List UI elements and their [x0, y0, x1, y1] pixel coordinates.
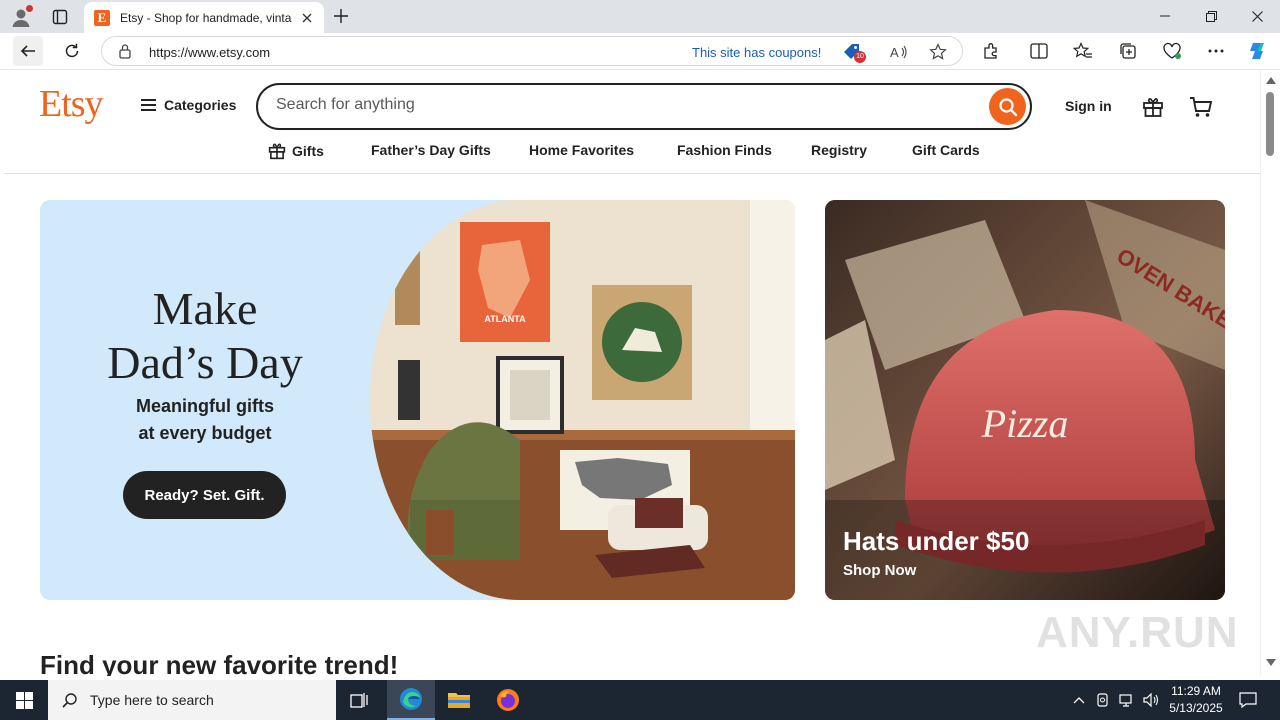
categories-label: Categories — [164, 97, 237, 113]
categories-button[interactable]: Categories — [141, 97, 236, 113]
browser-toolbar: https://www.etsy.com This site has coupo… — [0, 33, 1280, 70]
etsy-page: Etsy Categories Sign in Gifts Father’s D… — [4, 70, 1260, 676]
copilot-icon[interactable] — [1243, 36, 1273, 66]
gift-icon[interactable] — [1140, 94, 1166, 120]
hero-banner[interactable]: ATLANTA Make Dad’s Day Meaningful gifts … — [40, 200, 795, 600]
etsy-favicon: E — [94, 9, 110, 26]
hero-cta-button[interactable]: Ready? Set. Gift. — [123, 471, 286, 519]
back-arrow-icon[interactable] — [13, 36, 43, 66]
firefox-icon[interactable] — [484, 680, 532, 720]
performance-icon[interactable] — [1157, 36, 1187, 66]
notification-icon[interactable] — [1236, 680, 1260, 720]
chevron-up-icon[interactable] — [1068, 680, 1090, 720]
scroll-up-icon[interactable] — [1266, 76, 1276, 84]
refresh-icon[interactable] — [57, 36, 87, 66]
star-icon[interactable] — [927, 41, 949, 63]
coupons-notice[interactable]: This site has coupons! — [692, 45, 821, 60]
volume-icon[interactable] — [1140, 680, 1162, 720]
close-icon[interactable] — [298, 9, 316, 27]
search-input[interactable] — [276, 96, 976, 114]
close-icon[interactable] — [1234, 0, 1280, 32]
promo-title: Hats under $50 — [843, 526, 1030, 556]
trend-section-heading: Find your new favorite trend! — [40, 650, 399, 676]
shop-now-link[interactable]: Shop Now — [843, 562, 916, 579]
search-icon — [998, 97, 1017, 116]
nav-fashion-finds[interactable]: Fashion Finds — [677, 142, 772, 158]
network-icon[interactable] — [1116, 680, 1138, 720]
hero-photo: ATLANTA — [370, 200, 795, 600]
search-icon — [62, 693, 77, 708]
plus-icon[interactable] — [330, 5, 352, 27]
scrollbar-thumb[interactable] — [1266, 92, 1274, 156]
clock-date: 5/13/2025 — [1169, 701, 1223, 715]
read-aloud-icon[interactable]: A — [888, 41, 910, 63]
windows-start-icon[interactable] — [0, 680, 48, 720]
split-screen-icon[interactable] — [1024, 36, 1054, 66]
extensions-icon[interactable] — [976, 36, 1006, 66]
more-icon[interactable] — [1201, 36, 1231, 66]
profile-icon[interactable] — [8, 4, 34, 30]
nav-home-favorites[interactable]: Home Favorites — [529, 142, 634, 158]
hat-text: Pizza — [981, 401, 1069, 446]
restore-icon[interactable] — [1188, 0, 1234, 32]
hamburger-icon — [141, 99, 156, 111]
sign-in-link[interactable]: Sign in — [1065, 98, 1112, 114]
task-view-icon[interactable] — [336, 680, 384, 720]
address-bar[interactable]: https://www.etsy.com This site has coupo… — [101, 36, 963, 66]
windows-taskbar: Type here to search 11:29 AM 5/13/2025 — [0, 680, 1280, 720]
scroll-down-icon[interactable] — [1266, 659, 1276, 667]
nav-gifts-label: Gifts — [292, 143, 324, 159]
poster-text: ATLANTA — [484, 314, 526, 324]
collections-icon[interactable] — [1113, 36, 1143, 66]
coupon-count-badge: 10 — [854, 51, 866, 63]
hats-promo-banner[interactable]: OVEN BAKED Pizza Hats under $50 Shop Now — [825, 200, 1225, 600]
tab-title: Etsy - Shop for handmade, vintage — [120, 10, 293, 25]
hero-subtitle: Meaningful gifts at every budget — [40, 393, 370, 447]
taskbar-search-placeholder: Type here to search — [90, 692, 214, 708]
coupon-icon[interactable]: 10 — [842, 42, 866, 63]
hero-subtitle-line1: Meaningful gifts — [136, 396, 274, 416]
nav-gifts[interactable]: Gifts — [268, 142, 324, 160]
gift-icon — [268, 143, 286, 160]
hero-heading: Make Dad’s Day — [40, 282, 370, 390]
file-explorer-icon[interactable] — [435, 680, 483, 720]
svg-text:A: A — [890, 45, 899, 60]
nav-gift-cards[interactable]: Gift Cards — [912, 142, 980, 158]
meet-now-icon[interactable] — [1092, 680, 1114, 720]
hero-heading-line1: Make — [152, 283, 258, 334]
clock-time: 11:29 AM — [1171, 684, 1221, 698]
hero-subtitle-line2: at every budget — [138, 423, 272, 443]
search-button[interactable] — [989, 88, 1026, 125]
search-bar[interactable] — [256, 83, 1032, 130]
watermark: ANY.RUN — [1036, 608, 1239, 657]
nav-fathers-day-gifts[interactable]: Father’s Day Gifts — [371, 142, 491, 158]
hero-heading-line2: Dad’s Day — [107, 337, 303, 388]
edge-icon[interactable] — [387, 680, 435, 720]
minimize-icon[interactable] — [1142, 0, 1188, 32]
cart-icon[interactable] — [1188, 94, 1214, 120]
tabs-icon[interactable] — [48, 5, 72, 29]
page-scrollbar[interactable] — [1260, 70, 1280, 676]
notification-dot — [26, 5, 33, 12]
header-divider — [4, 173, 1260, 174]
favorites-icon[interactable] — [1068, 36, 1098, 66]
nav-registry[interactable]: Registry — [811, 142, 867, 158]
taskbar-search[interactable]: Type here to search — [48, 680, 336, 720]
url-text[interactable]: https://www.etsy.com — [149, 45, 270, 60]
browser-tab-strip: E Etsy - Shop for handmade, vintage — [0, 0, 1280, 33]
etsy-logo[interactable]: Etsy — [39, 82, 104, 126]
taskbar-clock[interactable]: 11:29 AM 5/13/2025 — [1164, 683, 1228, 717]
lock-icon[interactable] — [118, 43, 132, 64]
category-nav: Gifts Father’s Day Gifts Home Favorites … — [4, 142, 1260, 172]
active-tab[interactable]: E Etsy - Shop for handmade, vintage — [84, 2, 324, 33]
